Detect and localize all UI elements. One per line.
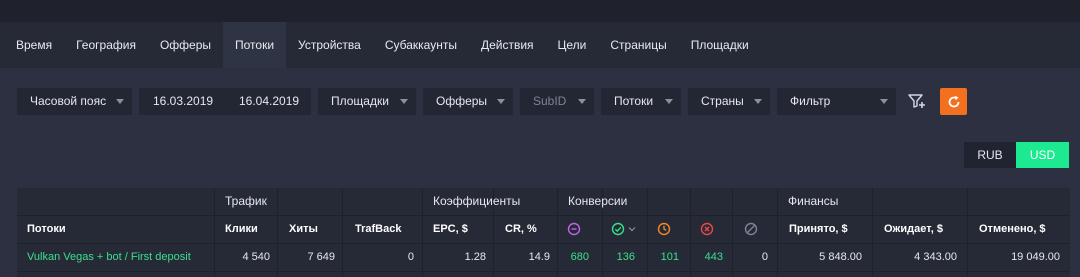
chevron-down-icon bbox=[880, 99, 888, 104]
trash-slash-icon[interactable] bbox=[744, 222, 758, 236]
tab-streams[interactable]: Потоки bbox=[223, 22, 287, 68]
sites-select[interactable]: Площадки bbox=[318, 88, 416, 115]
header-trafback[interactable]: TrafBack bbox=[355, 216, 401, 243]
tab-offers[interactable]: Офферы bbox=[148, 22, 223, 68]
chevron-down-icon bbox=[578, 99, 586, 104]
header-pending[interactable]: Ожидает, $ bbox=[884, 216, 943, 243]
chevron-down-icon bbox=[400, 99, 408, 104]
tab-goals[interactable]: Цели bbox=[546, 22, 599, 68]
chevron-down-icon bbox=[754, 99, 762, 104]
refresh-icon bbox=[948, 95, 959, 107]
pending-circle-icon[interactable] bbox=[567, 222, 581, 236]
group-finances: Финансы bbox=[788, 194, 839, 208]
currency-usd-button[interactable]: USD bbox=[1016, 142, 1069, 168]
report-tabs: Время География Офферы Потоки Устройства… bbox=[0, 22, 1080, 68]
cell-clicks: 4 540 bbox=[242, 251, 270, 263]
group-coefficients: Коэффициенты bbox=[433, 194, 521, 208]
cell-conv-rejected[interactable]: 443 bbox=[690, 244, 723, 270]
cell-trafback: 0 bbox=[407, 251, 414, 263]
tab-sites[interactable]: Площадки bbox=[679, 22, 761, 68]
tab-actions[interactable]: Действия bbox=[469, 22, 546, 68]
filter-add-icon[interactable] bbox=[907, 91, 927, 111]
header-hits[interactable]: Хиты bbox=[289, 216, 318, 243]
chevron-down-icon bbox=[665, 99, 673, 104]
offers-select[interactable]: Офферы bbox=[423, 88, 513, 115]
cell-conv-approved[interactable]: 136 bbox=[602, 244, 635, 270]
countries-select[interactable]: Страны bbox=[688, 88, 770, 115]
header-accepted[interactable]: Принято, $ bbox=[789, 216, 848, 243]
cell-conv-trash: 0 bbox=[761, 251, 768, 263]
filter-label: Фильтр bbox=[790, 94, 831, 108]
subid-select[interactable]: SubID bbox=[520, 88, 594, 115]
approved-check-icon[interactable] bbox=[611, 222, 625, 236]
header-epc[interactable]: EPC, $ bbox=[433, 216, 468, 243]
chevron-down-icon[interactable] bbox=[628, 225, 636, 233]
tab-devices[interactable]: Устройства bbox=[286, 22, 373, 68]
cell-cr: 14.9 bbox=[528, 251, 550, 263]
header-clicks[interactable]: Клики bbox=[225, 216, 258, 243]
filter-select[interactable]: Фильтр bbox=[777, 88, 896, 115]
filter-bar: Часовой пояс 16.03.2019 16.04.2019 Площа… bbox=[0, 88, 1080, 115]
chevron-down-icon bbox=[116, 99, 124, 104]
row-divider bbox=[17, 271, 1070, 272]
cell-accepted: 5 848.00 bbox=[819, 251, 862, 263]
cell-epc: 1.28 bbox=[464, 251, 486, 263]
timezone-select[interactable]: Часовой пояс bbox=[17, 88, 132, 115]
header-rejected[interactable]: Отменено, $ bbox=[979, 216, 1046, 243]
stream-name-link[interactable]: Vulkan Vegas + bot / First deposit bbox=[27, 244, 191, 270]
streams-label: Потоки bbox=[614, 94, 654, 108]
cell-pending: 4 343.00 bbox=[914, 251, 957, 263]
date-from-input[interactable]: 16.03.2019 bbox=[139, 88, 225, 115]
stats-table: Трафик Коэффициенты Конверсии Финансы По… bbox=[17, 188, 1070, 277]
group-traffic: Трафик bbox=[225, 194, 267, 208]
tab-geography[interactable]: География bbox=[64, 22, 148, 68]
hold-clock-icon[interactable] bbox=[657, 222, 671, 236]
offers-label: Офферы bbox=[436, 94, 488, 108]
timezone-label: Часовой пояс bbox=[30, 94, 107, 108]
header-cr[interactable]: CR, % bbox=[505, 216, 537, 243]
chevron-down-icon bbox=[497, 99, 505, 104]
tab-time[interactable]: Время bbox=[4, 22, 64, 68]
countries-label: Страны bbox=[701, 94, 744, 108]
refresh-button[interactable] bbox=[940, 88, 967, 115]
cell-conv-hold[interactable]: 101 bbox=[647, 244, 679, 270]
date-to-input[interactable]: 16.04.2019 bbox=[225, 88, 311, 115]
group-conversions: Конверсии bbox=[568, 194, 628, 208]
currency-rub-button[interactable]: RUB bbox=[964, 142, 1016, 168]
rejected-x-icon[interactable] bbox=[700, 222, 714, 236]
sites-label: Площадки bbox=[331, 94, 389, 108]
subid-label: SubID bbox=[533, 94, 567, 108]
cell-hits: 7 649 bbox=[307, 251, 335, 263]
tab-subaccounts[interactable]: Субаккаунты bbox=[373, 22, 469, 68]
cell-rejected: 19 049.00 bbox=[1011, 251, 1060, 263]
tab-pages[interactable]: Страницы bbox=[598, 22, 678, 68]
cell-conv-pending[interactable]: 680 bbox=[557, 244, 589, 270]
top-bar bbox=[0, 0, 1080, 22]
streams-select[interactable]: Потоки bbox=[601, 88, 681, 115]
header-stream[interactable]: Потоки bbox=[27, 216, 66, 243]
